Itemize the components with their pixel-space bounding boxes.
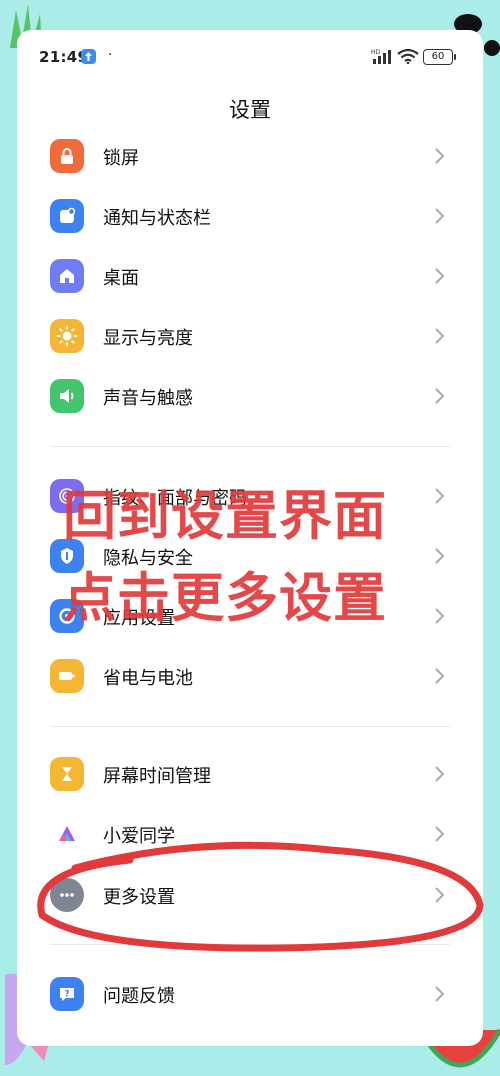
section-divider bbox=[50, 446, 450, 447]
settings-item-feedback[interactable]: ? 问题反馈 bbox=[17, 964, 483, 1024]
settings-item-label: 屏幕时间管理 bbox=[103, 766, 211, 787]
settings-item-lock-screen[interactable]: 锁屏 bbox=[17, 126, 483, 186]
settings-item-label: 小爱同学 bbox=[103, 826, 175, 847]
hourglass-icon bbox=[50, 757, 84, 791]
settings-item-label: 桌面 bbox=[103, 268, 139, 289]
settings-item-xiaoai[interactable]: 小爱同学 bbox=[17, 804, 483, 864]
settings-item-home-screen[interactable]: 桌面 bbox=[17, 246, 483, 306]
settings-item-label: 问题反馈 bbox=[103, 986, 175, 1007]
settings-item-label: 更多设置 bbox=[103, 887, 175, 908]
signal-icon: HD bbox=[371, 49, 391, 64]
chevron-right-icon bbox=[435, 148, 445, 164]
chevron-right-icon bbox=[435, 328, 445, 344]
chevron-right-icon bbox=[435, 668, 445, 684]
home-icon bbox=[50, 259, 84, 293]
chevron-right-icon bbox=[435, 986, 445, 1002]
status-bar: 21:49 · HD 60 bbox=[17, 30, 483, 86]
settings-item-label: 显示与亮度 bbox=[103, 328, 193, 349]
status-dot: · bbox=[108, 47, 113, 63]
section-divider bbox=[50, 944, 450, 945]
settings-item-label: 通知与状态栏 bbox=[103, 208, 211, 229]
upload-icon bbox=[81, 49, 96, 64]
sun-icon bbox=[50, 319, 84, 353]
chevron-right-icon bbox=[435, 826, 445, 842]
chevron-right-icon bbox=[435, 268, 445, 284]
chevron-right-icon bbox=[435, 548, 445, 564]
feedback-icon: ? bbox=[50, 977, 84, 1011]
chevron-right-icon bbox=[435, 488, 445, 504]
wifi-icon bbox=[397, 48, 419, 64]
more-icon bbox=[50, 878, 84, 912]
overlay-instruction-line1: 回到设置界面 bbox=[63, 486, 387, 547]
settings-item-label: 锁屏 bbox=[103, 148, 139, 169]
lock-icon bbox=[50, 139, 84, 173]
battery-indicator: 60 bbox=[423, 49, 456, 65]
chevron-right-icon bbox=[435, 608, 445, 624]
battery-icon bbox=[50, 659, 84, 693]
notification-icon bbox=[50, 199, 84, 233]
chevron-right-icon bbox=[435, 766, 445, 782]
settings-item-screen-time[interactable]: 屏幕时间管理 bbox=[17, 744, 483, 804]
section-divider bbox=[50, 726, 450, 727]
chevron-right-icon bbox=[435, 208, 445, 224]
xiaoai-icon bbox=[50, 817, 84, 851]
settings-item-notifications[interactable]: 通知与状态栏 bbox=[17, 186, 483, 246]
overlay-instruction-line2: 点击更多设置 bbox=[63, 568, 387, 629]
svg-text:?: ? bbox=[64, 990, 69, 1000]
svg-text:HD: HD bbox=[371, 49, 381, 56]
chevron-right-icon bbox=[435, 388, 445, 404]
settings-item-label: 声音与触感 bbox=[103, 388, 193, 409]
settings-item-display[interactable]: 显示与亮度 bbox=[17, 306, 483, 366]
settings-item-label: 省电与电池 bbox=[103, 668, 193, 689]
chevron-right-icon bbox=[435, 887, 445, 903]
page-title: 设置 bbox=[229, 98, 271, 122]
settings-item-sound[interactable]: 声音与触感 bbox=[17, 366, 483, 426]
settings-item-battery[interactable]: 省电与电池 bbox=[17, 646, 483, 706]
settings-item-more-settings[interactable]: 更多设置 bbox=[17, 865, 483, 925]
speaker-icon bbox=[50, 379, 84, 413]
